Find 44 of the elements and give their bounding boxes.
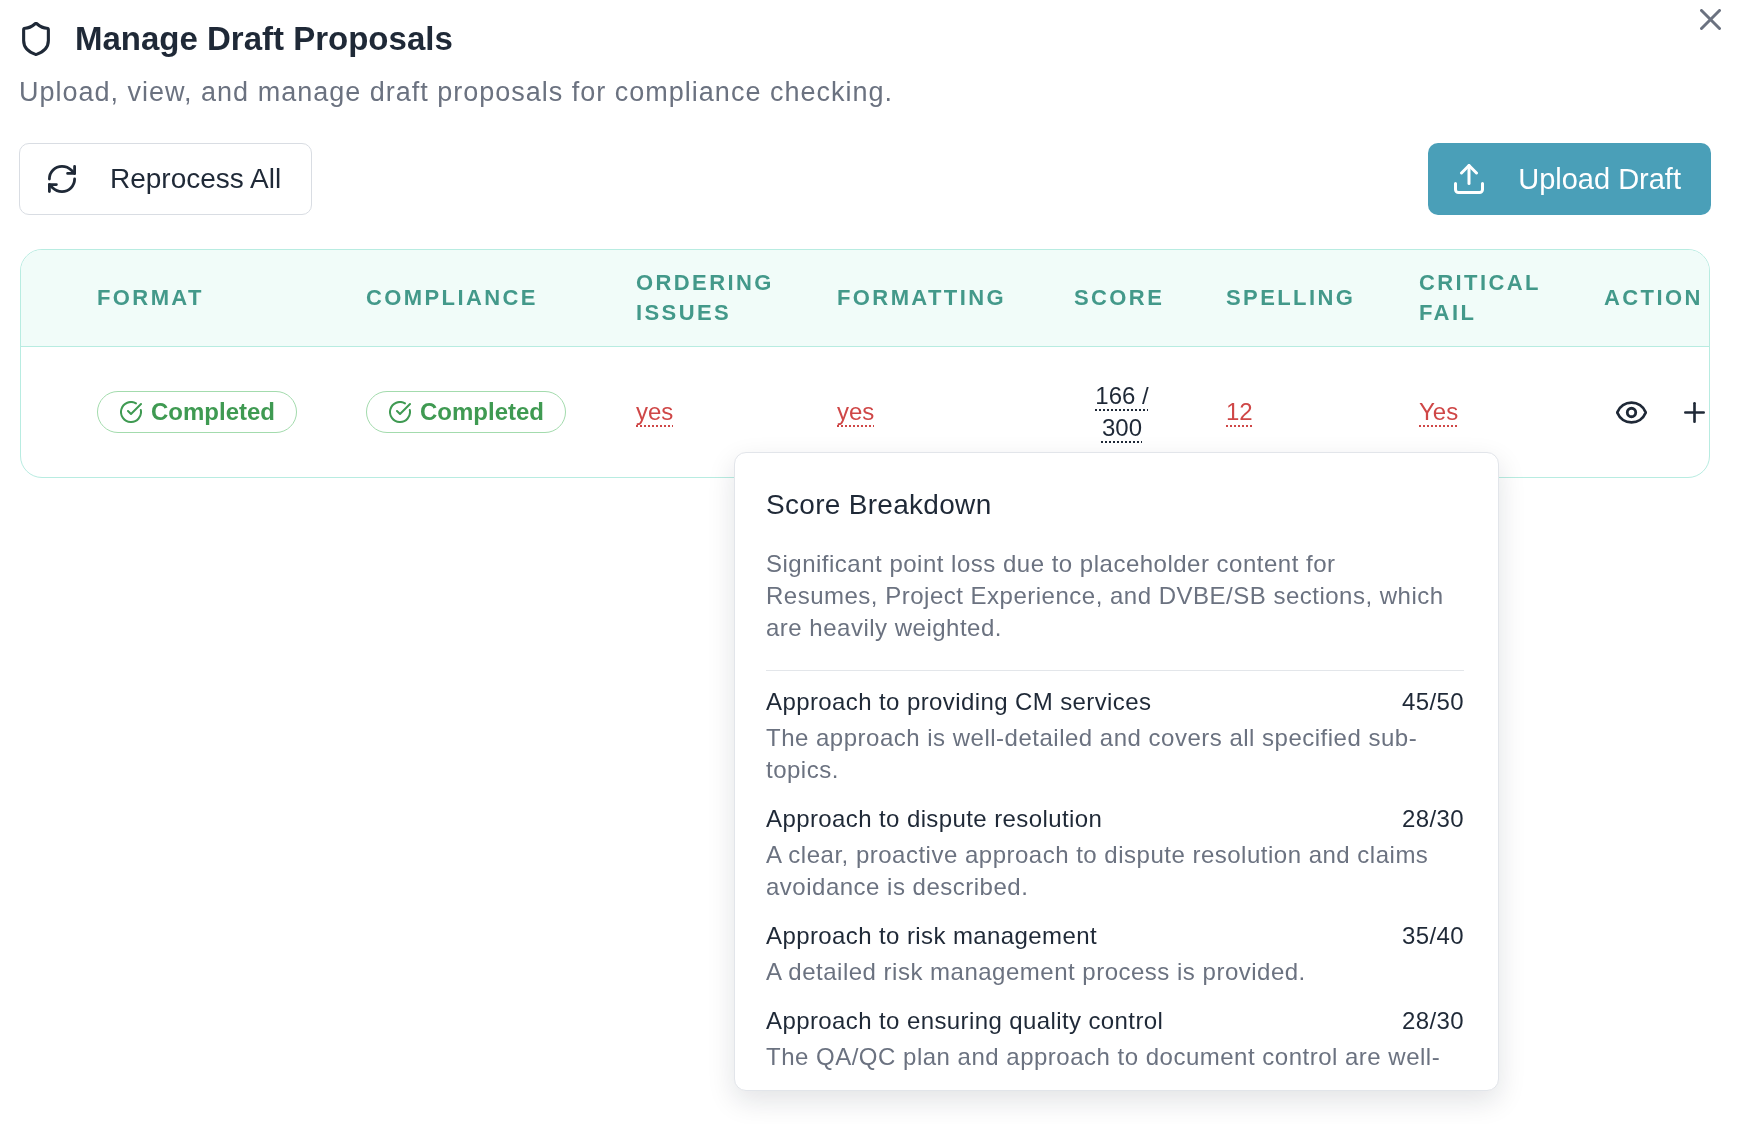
dialog-title: Manage Draft Proposals — [75, 22, 453, 56]
refresh-icon — [48, 165, 76, 193]
column-header: COMPLIANCE — [366, 285, 538, 310]
check-circle-icon — [120, 401, 142, 423]
criterion-title: Approach to providing CM services — [766, 687, 1152, 717]
flag-value[interactable]: yes — [636, 398, 674, 425]
upload-button[interactable]: Upload Draft — [1428, 143, 1711, 215]
column-header: ORDERING ISSUES — [636, 270, 774, 325]
close-icon — [1700, 9, 1721, 30]
column-header: FORMAT — [97, 285, 204, 310]
column-header: CRITICAL FAIL — [1419, 270, 1541, 325]
criterion-score: 28/30 — [1401, 1006, 1464, 1036]
criterion-title: Approach to dispute resolution — [766, 804, 1103, 834]
plus-icon — [1684, 401, 1705, 423]
popover-title: Score Breakdown — [766, 488, 993, 522]
reprocess-button[interactable]: Reprocess All — [19, 143, 313, 215]
criterion-title: Approach to risk management — [766, 921, 1097, 951]
criterion-title: Approach to ensuring quality control — [766, 1006, 1164, 1036]
column-header: ACTION — [1604, 285, 1703, 310]
eye-icon — [1616, 400, 1647, 424]
status-text: Completed — [420, 398, 544, 426]
dialog-subtitle: Upload, view, and manage draft proposals for compliance checking. — [19, 76, 893, 108]
column-header: SCORE — [1074, 285, 1165, 310]
criterion-score: 28/30 — [1401, 804, 1464, 834]
shield-icon — [22, 22, 50, 56]
criterion-description: The approach is well-detailed and covers all specified sub-topics. — [766, 723, 1419, 785]
check-circle-icon — [389, 401, 411, 423]
score-value[interactable]: 166 / 300 — [1087, 380, 1157, 444]
close-button[interactable] — [1700, 9, 1721, 30]
flag-value[interactable]: 12 — [1226, 398, 1253, 425]
popover-summary: Significant point loss due to placeholder content for Resumes, Project Experience, and DVBE/SB sections, which are heavily weighted. — [766, 549, 1445, 643]
criterion-description: A detailed risk management process is provided. — [766, 957, 1307, 987]
criterion-description: A clear, proactive approach to dispute resolution and claims avoidance is described. — [766, 840, 1430, 902]
column-header: FORMATTING — [837, 285, 1006, 310]
add-button[interactable] — [1684, 401, 1705, 423]
upload-icon — [1454, 164, 1485, 194]
criterion-score: 35/40 — [1401, 921, 1464, 951]
view-button[interactable] — [1616, 400, 1647, 424]
criterion-score: 45/50 — [1401, 687, 1464, 717]
criterion-description: The QA/QC plan and approach to document control are well- — [766, 1042, 1442, 1072]
flag-value[interactable]: yes — [837, 398, 875, 425]
flag-value[interactable]: Yes — [1419, 398, 1459, 425]
status-text: Completed — [151, 398, 275, 426]
column-header: SPELLING — [1226, 285, 1356, 310]
